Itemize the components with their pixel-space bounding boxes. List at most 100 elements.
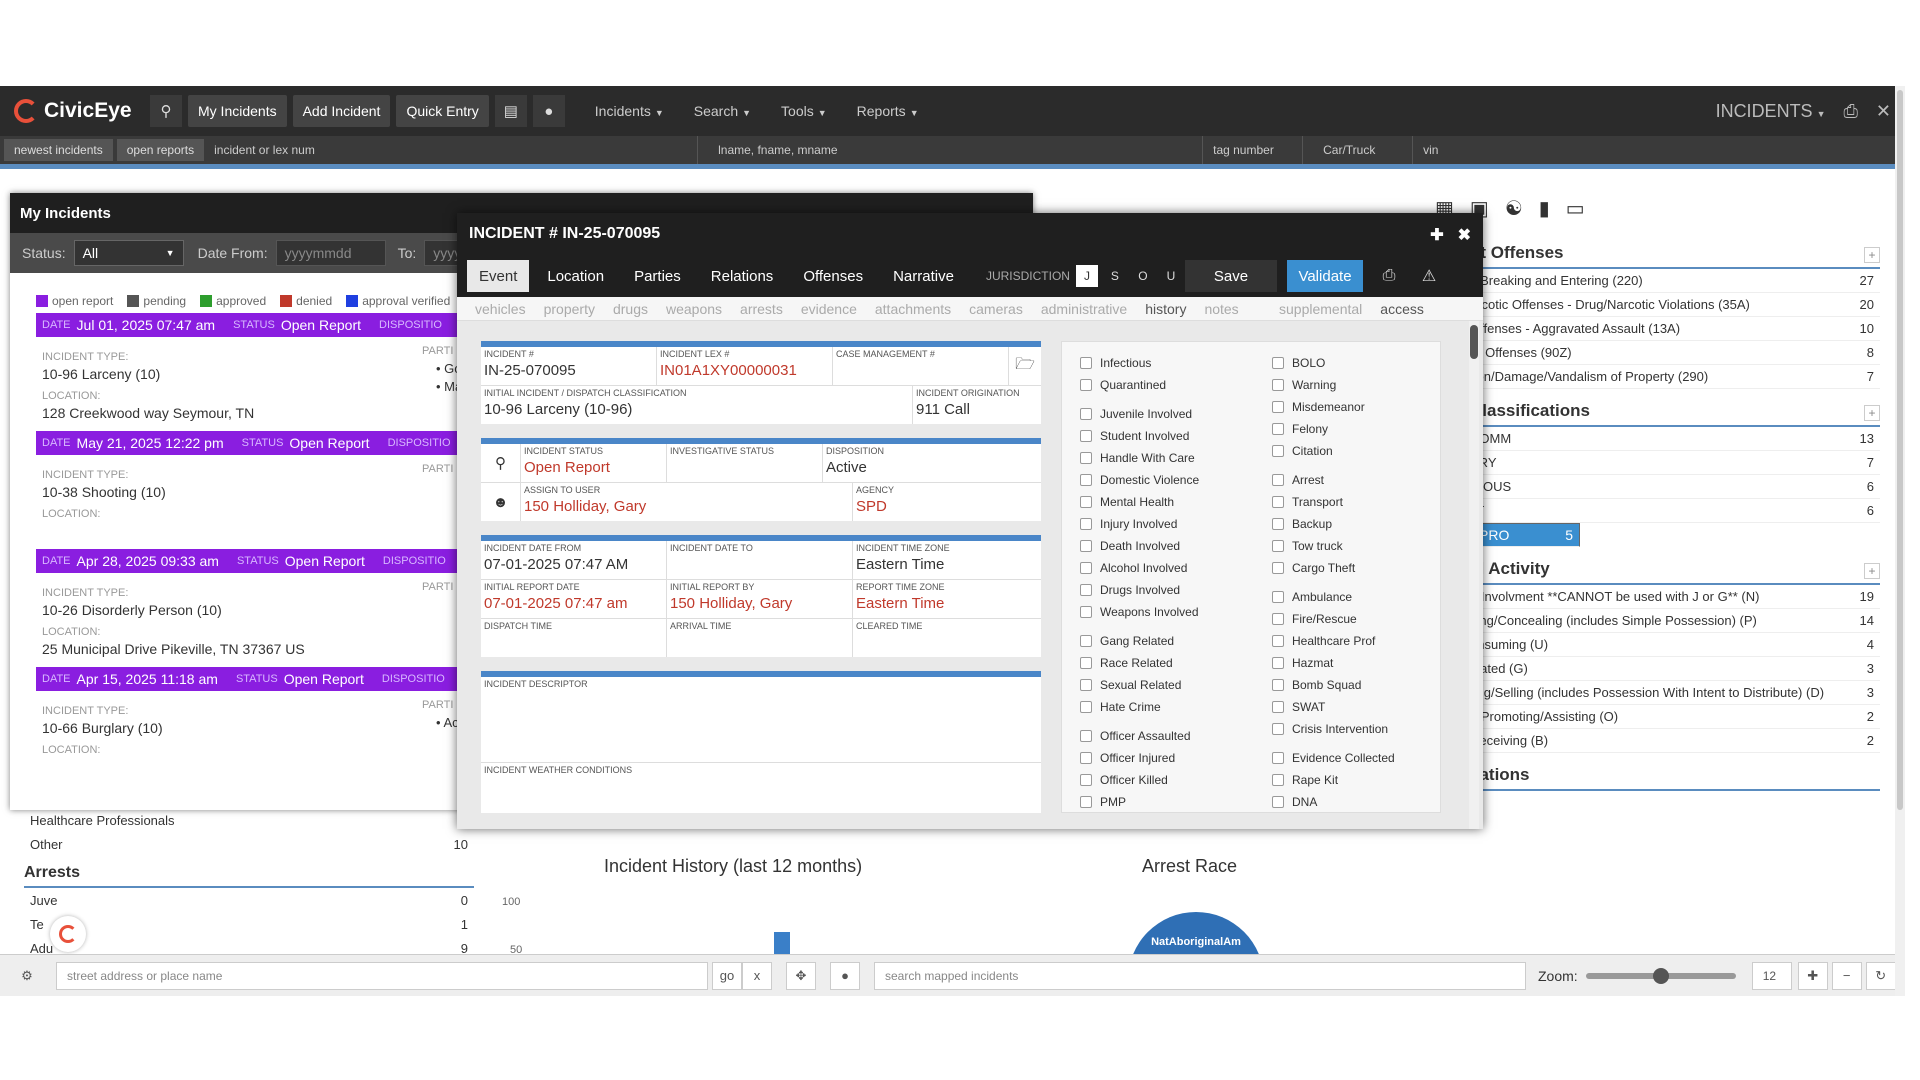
subtab-history[interactable]: history xyxy=(1145,301,1186,317)
subtab-property[interactable]: property xyxy=(544,301,595,317)
incident-card[interactable]: DATE Apr 15, 2025 11:18 am STATUS Open Repo… xyxy=(36,667,466,785)
checkbox-box[interactable] xyxy=(1272,423,1284,435)
dashboard-row[interactable]: elated (G) 3 xyxy=(1470,657,1880,681)
checkbox-box[interactable] xyxy=(1272,591,1284,603)
checkbox-juvenile-involved[interactable]: Juvenile Involved xyxy=(1080,403,1199,425)
card-header[interactable]: DATE Apr 28, 2025 09:33 am STATUS Open Repo… xyxy=(36,549,466,573)
checkbox-box[interactable] xyxy=(1080,701,1092,713)
subtab-access[interactable]: access xyxy=(1380,301,1424,317)
vehicle-type-input[interactable]: Car/Truck xyxy=(1303,136,1414,164)
lex-number-field[interactable]: INCIDENT LEX # IN01A1XY00000031 xyxy=(657,347,833,385)
jurisdiction-option-s[interactable]: S xyxy=(1104,265,1126,287)
incident-date-from-field[interactable]: INCIDENT DATE FROM 07-01-2025 07:47 AM xyxy=(481,541,667,579)
checkbox-box[interactable] xyxy=(1080,657,1092,669)
list-item[interactable]: Other 10 xyxy=(24,832,474,856)
checkbox-box[interactable] xyxy=(1272,401,1284,413)
list-item[interactable]: Healthcare Professionals xyxy=(24,808,474,832)
checkbox-box[interactable] xyxy=(1080,518,1092,530)
checkbox-cargo-theft[interactable]: Cargo Theft xyxy=(1272,557,1395,579)
checkbox-box[interactable] xyxy=(1272,774,1284,786)
checkbox-alcohol-involved[interactable]: Alcohol Involved xyxy=(1080,557,1199,579)
expand-plus-icon[interactable]: + xyxy=(1864,247,1880,263)
search-icon[interactable]: ⚲ xyxy=(150,95,182,127)
dashboard-row[interactable]: er Offenses (90Z) 8 xyxy=(1470,341,1880,365)
initial-report-by-field[interactable]: INITIAL REPORT BY 150 Holliday, Gary xyxy=(667,580,853,618)
checkbox-box[interactable] xyxy=(1080,730,1092,742)
crosshair-icon[interactable]: ✥ xyxy=(786,961,816,990)
checkbox-box[interactable] xyxy=(1080,796,1092,808)
date-from-input[interactable]: yyyymmdd xyxy=(275,240,386,266)
checkbox-box[interactable] xyxy=(1272,701,1284,713)
zoom-slider-handle[interactable] xyxy=(1652,967,1669,984)
checkbox-officer-assaulted[interactable]: Officer Assaulted xyxy=(1080,725,1199,747)
tab-offenses[interactable]: Offenses xyxy=(791,260,875,292)
document-icon[interactable]: ▮ xyxy=(1539,196,1550,221)
checkbox-mental-health[interactable]: Mental Health xyxy=(1080,491,1199,513)
newest-incidents-button[interactable]: newest incidents xyxy=(4,139,113,161)
settings-gear-icon[interactable]: ⚙ xyxy=(12,962,42,990)
quick-entry-button[interactable]: Quick Entry xyxy=(396,95,489,127)
assign-user-field[interactable]: ASSIGN TO USER 150 Holliday, Gary xyxy=(521,483,853,521)
checkbox-box[interactable] xyxy=(1272,445,1284,457)
name-search-input[interactable]: lname, fname, mname xyxy=(708,136,1204,164)
agency-field[interactable]: AGENCY SPD xyxy=(853,483,1041,521)
dashboard-row[interactable]: g Involvment **CANNOT be used with J or … xyxy=(1470,585,1880,609)
subtab-vehicles[interactable]: vehicles xyxy=(475,301,526,317)
checkbox-box[interactable] xyxy=(1272,357,1284,369)
zoom-in-icon[interactable]: ✚ xyxy=(1797,961,1828,990)
incident-number-input[interactable]: incident or lex num xyxy=(204,136,699,164)
search-icon[interactable]: ⚲ xyxy=(481,444,521,482)
investigative-status-field[interactable]: INVESTIGATIVE STATUS xyxy=(667,444,823,482)
tab-narrative[interactable]: Narrative xyxy=(881,260,966,292)
cleared-time-field[interactable]: CLEARED TIME xyxy=(853,619,1041,657)
checkbox-death-involved[interactable]: Death Involved xyxy=(1080,535,1199,557)
plus-icon[interactable]: ✚ xyxy=(1430,225,1443,245)
checkbox-box[interactable] xyxy=(1272,613,1284,625)
initial-report-date-field[interactable]: INITIAL REPORT DATE 07-01-2025 07:47 am xyxy=(481,580,667,618)
subtab-cameras[interactable]: cameras xyxy=(969,301,1023,317)
checkbox-hate-crime[interactable]: Hate Crime xyxy=(1080,696,1199,718)
checkbox-infectious[interactable]: Infectious xyxy=(1080,352,1199,374)
chat-widget-icon[interactable] xyxy=(50,916,86,952)
checkbox-box[interactable] xyxy=(1080,635,1092,647)
case-management-field[interactable]: CASE MANAGEMENT # xyxy=(833,347,1009,385)
checkbox-ambulance[interactable]: Ambulance xyxy=(1272,586,1395,608)
checkbox-box[interactable] xyxy=(1272,679,1284,691)
tag-number-input[interactable]: tag number xyxy=(1203,136,1304,164)
checkbox-box[interactable] xyxy=(1272,540,1284,552)
incident-time-zone-field[interactable]: INCIDENT TIME ZONE Eastern Time xyxy=(853,541,1041,579)
party-item[interactable]: • Ac xyxy=(436,715,459,730)
checkbox-officer-killed[interactable]: Officer Killed xyxy=(1080,769,1199,791)
checkbox-drugs-involved[interactable]: Drugs Involved xyxy=(1080,579,1199,601)
jurisdiction-option-j[interactable]: J xyxy=(1075,265,1098,287)
subtab-supplemental[interactable]: supplemental xyxy=(1279,301,1362,317)
go-button[interactable]: go xyxy=(712,961,742,990)
menu-tools[interactable]: Tools ▼ xyxy=(781,103,827,119)
checkbox-box[interactable] xyxy=(1080,379,1092,391)
checkbox-felony[interactable]: Felony xyxy=(1272,418,1395,440)
subtab-arrests[interactable]: arrests xyxy=(740,301,783,317)
checkbox-box[interactable] xyxy=(1272,379,1284,391)
card-header[interactable]: DATE Apr 15, 2025 11:18 am STATUS Open Repo… xyxy=(36,667,466,691)
checkbox-box[interactable] xyxy=(1080,474,1092,486)
print-icon[interactable]: ⎙ xyxy=(1844,101,1858,122)
menu-reports[interactable]: Reports ▼ xyxy=(857,103,919,119)
page-scrollbar[interactable] xyxy=(1895,86,1905,996)
dashboard-row[interactable]: Receiving (B) 2 xyxy=(1470,729,1880,753)
checkbox-backup[interactable]: Backup xyxy=(1272,513,1395,535)
dashboard-row[interactable]: LT6 xyxy=(1470,499,1880,523)
checkbox-gang-related[interactable]: Gang Related xyxy=(1080,630,1199,652)
checkbox-box[interactable] xyxy=(1080,540,1092,552)
checkbox-box[interactable] xyxy=(1272,657,1284,669)
tab-relations[interactable]: Relations xyxy=(699,260,786,292)
disposition-field[interactable]: DISPOSITION Active xyxy=(823,444,1041,482)
jurisdiction-option-o[interactable]: O xyxy=(1132,265,1154,287)
checkbox-box[interactable] xyxy=(1080,430,1092,442)
checkbox-citation[interactable]: Citation xyxy=(1272,440,1395,462)
my-incidents-button[interactable]: My Incidents xyxy=(188,95,287,127)
checkbox-box[interactable] xyxy=(1272,796,1284,808)
incidents-dropdown[interactable]: INCIDENTS ▼ xyxy=(1716,101,1826,122)
dashboard-row[interactable]: CIOUS 6 xyxy=(1470,475,1880,499)
open-reports-button[interactable]: open reports xyxy=(116,139,205,161)
close-icon[interactable]: ✖ xyxy=(1458,225,1471,245)
